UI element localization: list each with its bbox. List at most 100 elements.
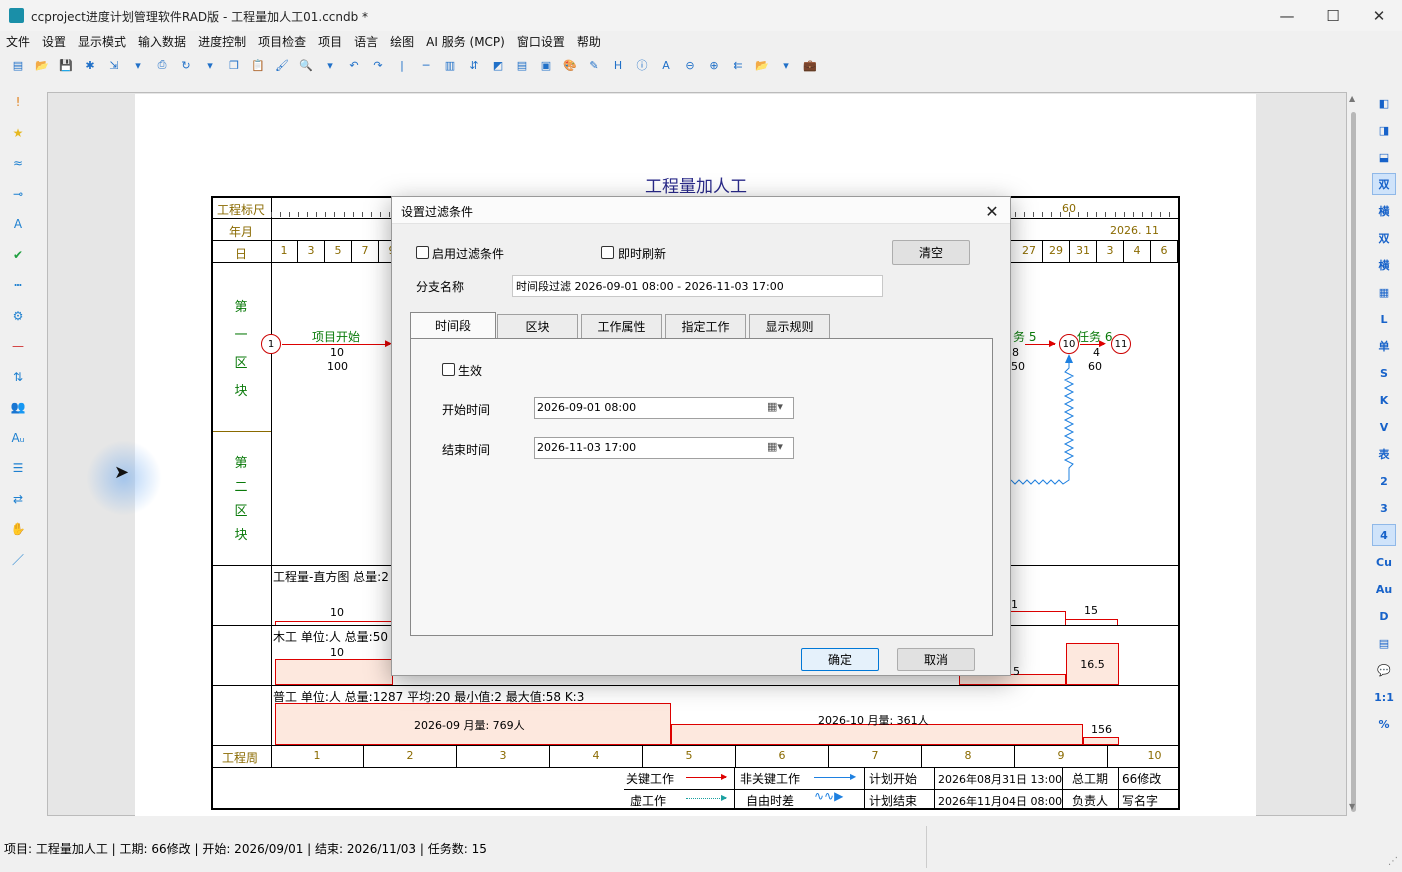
- dotted-line-icon[interactable]: ┅: [8, 275, 28, 295]
- tab-work-attribute[interactable]: 工作属性: [581, 314, 662, 338]
- table-icon[interactable]: ▦: [1372, 281, 1396, 303]
- task-start-label[interactable]: 项目开始: [312, 328, 360, 345]
- hand-icon[interactable]: ✋: [8, 519, 28, 539]
- mode-biao-button[interactable]: 表: [1372, 443, 1396, 465]
- mode-s-button[interactable]: S: [1372, 362, 1396, 384]
- redo-icon[interactable]: ↷: [370, 57, 386, 73]
- menu-item-0[interactable]: 文件: [0, 33, 36, 50]
- cancel-button[interactable]: 取消: [897, 648, 975, 671]
- report-icon[interactable]: ▣: [538, 57, 554, 73]
- vertical-scrollbar[interactable]: ▲ ▼: [1348, 92, 1360, 816]
- maximize-button[interactable]: ☐: [1310, 0, 1356, 31]
- node-11[interactable]: 11: [1111, 334, 1131, 354]
- zoom-in-icon[interactable]: ⊕: [706, 57, 722, 73]
- enable-filter-checkbox[interactable]: [416, 246, 429, 259]
- briefcase-icon[interactable]: 💼: [802, 57, 818, 73]
- tab-display-rules[interactable]: 显示规则: [749, 314, 830, 338]
- mode-shuang-button[interactable]: 双: [1372, 173, 1396, 195]
- star-icon[interactable]: ★: [8, 123, 28, 143]
- h-icon[interactable]: H: [610, 57, 626, 73]
- ok-button[interactable]: 确定: [801, 648, 879, 671]
- cu-button[interactable]: Cu: [1372, 551, 1396, 573]
- snowflake-icon[interactable]: ✱: [82, 57, 98, 73]
- new-file-icon[interactable]: ▤: [10, 57, 26, 73]
- panel-bottom-icon[interactable]: ⬓: [1372, 146, 1396, 168]
- ratio-button[interactable]: 1:1: [1372, 686, 1396, 708]
- calendar-dropdown-icon[interactable]: ▦▾: [767, 440, 783, 453]
- gear-icon[interactable]: ⚙: [8, 306, 28, 326]
- info-icon[interactable]: ⓘ: [634, 57, 650, 73]
- instant-refresh-checkbox[interactable]: [601, 246, 614, 259]
- calc-icon[interactable]: ▤: [1372, 632, 1396, 654]
- tab-specified-work[interactable]: 指定工作: [665, 314, 746, 338]
- menu-item-11[interactable]: 帮助: [571, 33, 607, 50]
- node-1[interactable]: 1: [261, 334, 281, 354]
- exclamation-icon[interactable]: !: [8, 92, 28, 112]
- copy-icon[interactable]: ❐: [226, 57, 242, 73]
- panel-right-icon[interactable]: ◨: [1372, 119, 1396, 141]
- font-size-icon[interactable]: Aᵤ: [8, 428, 28, 448]
- open-folder-icon[interactable]: 📂: [754, 57, 770, 73]
- dropdown-arrow-icon[interactable]: ▾: [202, 57, 218, 73]
- panel-left-icon[interactable]: ◧: [1372, 92, 1396, 114]
- effective-checkbox[interactable]: [442, 363, 455, 376]
- menu-item-4[interactable]: 进度控制: [192, 33, 252, 50]
- dialog-close-icon[interactable]: ✕: [980, 199, 1004, 223]
- minimize-button[interactable]: —: [1264, 0, 1310, 31]
- menu-item-7[interactable]: 语言: [348, 33, 384, 50]
- menu-item-2[interactable]: 显示模式: [72, 33, 132, 50]
- mode-d-button[interactable]: D: [1372, 605, 1396, 627]
- format-painter-icon[interactable]: 🖌: [274, 57, 290, 73]
- mode-heng-button[interactable]: 横: [1372, 200, 1396, 222]
- open-folder-icon[interactable]: 📂: [34, 57, 50, 73]
- paste-icon[interactable]: 📋: [250, 57, 266, 73]
- edit-icon[interactable]: ✎: [586, 57, 602, 73]
- menu-item-8[interactable]: 绘图: [384, 33, 420, 50]
- mode-k-button[interactable]: K: [1372, 389, 1396, 411]
- export-icon[interactable]: ⇲: [106, 57, 122, 73]
- dropdown-arrow-icon[interactable]: ▾: [322, 57, 338, 73]
- palette-icon[interactable]: 🎨: [562, 57, 578, 73]
- branch-name-input[interactable]: 时间段过滤 2026-09-01 08:00 - 2026-11-03 17:0…: [512, 275, 883, 297]
- paint-icon[interactable]: ▤: [514, 57, 530, 73]
- close-button[interactable]: ✕: [1356, 0, 1402, 31]
- undo-icon[interactable]: ↶: [346, 57, 362, 73]
- pen-icon[interactable]: ／: [8, 550, 28, 570]
- au-button[interactable]: Au: [1372, 578, 1396, 600]
- legend-owner-value[interactable]: 写名字: [1122, 792, 1158, 809]
- level-3-button[interactable]: 3: [1372, 497, 1396, 519]
- mode-heng2-button[interactable]: 横: [1372, 254, 1396, 276]
- swap-icon[interactable]: ⇄: [8, 489, 28, 509]
- scrollbar-thumb[interactable]: [1351, 112, 1356, 812]
- start-time-picker[interactable]: 2026-09-01 08:00 ▦▾: [534, 397, 794, 419]
- mode-l-button[interactable]: L: [1372, 308, 1396, 330]
- filter-icon[interactable]: ☰: [8, 458, 28, 478]
- print-icon[interactable]: ⎙: [154, 57, 170, 73]
- percent-button[interactable]: %: [1372, 713, 1396, 735]
- menu-item-5[interactable]: 项目检查: [252, 33, 312, 50]
- text-style-icon[interactable]: A: [8, 214, 28, 234]
- tab-time-range[interactable]: 时间段: [410, 312, 496, 338]
- task-5-label[interactable]: 务 5: [1013, 328, 1036, 345]
- contrast-icon[interactable]: ◩: [490, 57, 506, 73]
- resize-grip-icon[interactable]: ⋰: [1388, 856, 1398, 867]
- zoom-out-icon[interactable]: ⊖: [682, 57, 698, 73]
- save-icon[interactable]: 💾: [58, 57, 74, 73]
- scroll-down-icon[interactable]: ▼: [1349, 802, 1355, 811]
- check-icon[interactable]: ✔: [8, 245, 28, 265]
- clear-button[interactable]: 清空: [892, 240, 970, 265]
- menu-item-3[interactable]: 输入数据: [132, 33, 192, 50]
- menu-item-6[interactable]: 项目: [312, 33, 348, 50]
- arrows-icon[interactable]: ⇇: [730, 57, 746, 73]
- menu-item-10[interactable]: 窗口设置: [511, 33, 571, 50]
- dropdown-arrow-icon[interactable]: ▾: [130, 57, 146, 73]
- people-icon[interactable]: 👥: [8, 397, 28, 417]
- zoom-icon[interactable]: 🔍: [298, 57, 314, 73]
- wave-icon[interactable]: ≈: [8, 153, 28, 173]
- comment-icon[interactable]: 💬: [1372, 659, 1396, 681]
- mode-shuang2-button[interactable]: 双: [1372, 227, 1396, 249]
- node-10[interactable]: 10: [1059, 334, 1079, 354]
- mode-v-button[interactable]: V: [1372, 416, 1396, 438]
- separator-icon[interactable]: |: [394, 57, 410, 73]
- tab-block[interactable]: 区块: [497, 314, 578, 338]
